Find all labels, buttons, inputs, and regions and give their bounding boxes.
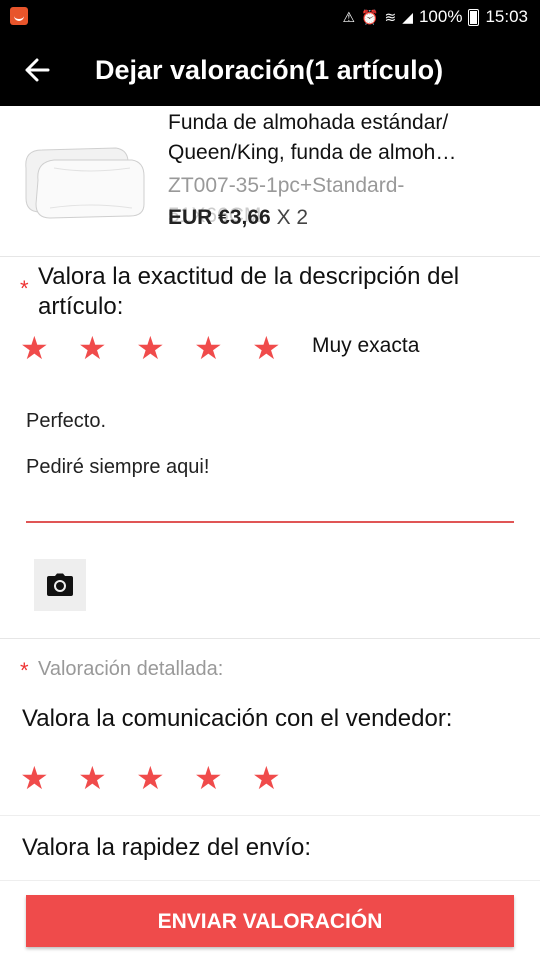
review-line-2: Pediré siempre aqui! (26, 456, 210, 478)
star-icon[interactable]: ★ (252, 328, 310, 368)
review-text-field[interactable]: Perfecto. Pediré siempre aqui! (26, 398, 514, 490)
accuracy-rating-text: Muy exacta (312, 334, 420, 357)
detailed-rating-label: Valoración detallada: (38, 658, 224, 680)
accuracy-star-rating[interactable]: ★ ★ ★ ★ ★ (20, 328, 310, 368)
star-icon[interactable]: ★ (78, 758, 136, 798)
required-marker: * (20, 276, 29, 301)
star-icon[interactable]: ★ (136, 758, 194, 798)
battery-percent: 100% (418, 7, 463, 26)
add-photo-button[interactable] (34, 559, 86, 611)
product-summary: Funda de almohada estándar/ Queen/King, … (0, 106, 540, 257)
status-bar: ⚠ ⏰ ≋ ◢ 100% 15:03 (0, 0, 540, 34)
product-sku: ZT007-35-1pc+Standard- (168, 174, 405, 197)
product-image (20, 128, 150, 224)
communication-star-rating[interactable]: ★ ★ ★ ★ ★ (20, 758, 310, 798)
submit-review-button[interactable]: ENVIAR VALORACIÓN (26, 895, 514, 947)
status-indicators: ⚠ ⏰ ≋ ◢ 100% 15:03 (342, 7, 528, 27)
shipping-speed-label: Valora la rapidez del envío: (22, 834, 312, 861)
product-price: EUR €3,66 X 2 (168, 206, 308, 230)
back-arrow-icon[interactable] (24, 52, 52, 88)
data-saver-icon: ⚠ (342, 8, 356, 25)
star-icon[interactable]: ★ (194, 328, 252, 368)
star-icon[interactable]: ★ (252, 758, 310, 798)
star-icon[interactable]: ★ (78, 328, 136, 368)
section-divider (0, 638, 540, 639)
star-icon[interactable]: ★ (20, 758, 78, 798)
section-divider (0, 815, 540, 816)
footer-bar: ENVIAR VALORACIÓN (0, 880, 540, 961)
required-marker: * (20, 658, 29, 683)
product-name: Funda de almohada estándar/ Queen/King, … (168, 111, 457, 164)
app-bar: Dejar valoración(1 artículo) (0, 34, 540, 106)
price-value: EUR €3,66 (168, 206, 271, 229)
camera-icon (47, 573, 73, 596)
wifi-icon: ≋ (384, 8, 397, 25)
alarm-icon: ⏰ (361, 8, 379, 25)
communication-label: Valora la comunicación con el vendedor: (22, 705, 453, 732)
page-title: Dejar valoración(1 artículo) (95, 55, 444, 85)
aliexpress-notification-icon (10, 7, 28, 25)
star-icon[interactable]: ★ (194, 758, 252, 798)
review-line-1: Perfecto. (26, 410, 107, 432)
star-icon[interactable]: ★ (136, 328, 194, 368)
battery-icon (468, 8, 480, 26)
clock: 15:03 (485, 7, 528, 26)
quantity: X 2 (270, 206, 309, 229)
review-underline (26, 521, 514, 523)
signal-icon: ◢ (402, 8, 413, 25)
star-icon[interactable]: ★ (20, 328, 78, 368)
accuracy-label: Valora la exactitud de la descripción de… (38, 263, 460, 320)
